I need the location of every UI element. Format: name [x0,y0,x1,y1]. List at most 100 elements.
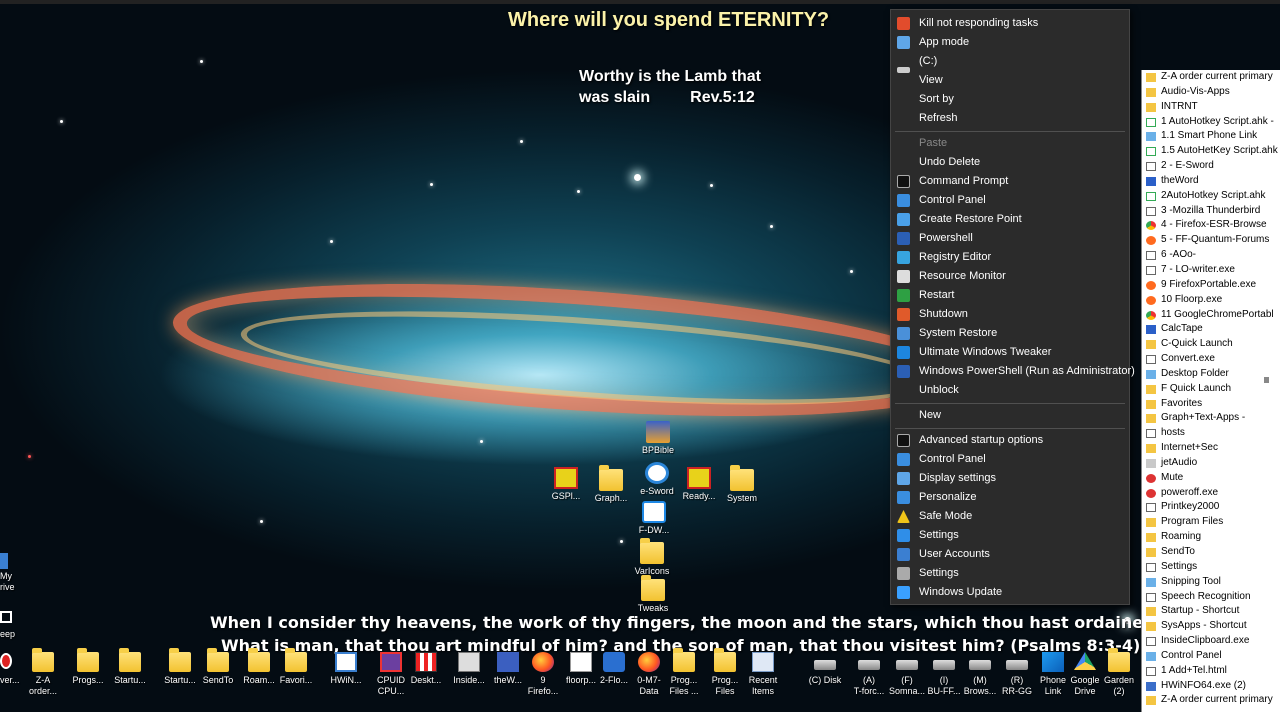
desktop-shortcut-sendto[interactable]: SendTo [196,648,240,686]
list-item[interactable]: HWiNFO64.exe (2) [1142,679,1280,694]
desktop-icon-tweaks[interactable]: Tweaks [625,575,681,614]
list-item[interactable]: jetAudio [1142,456,1280,471]
list-item[interactable]: 1.1 Smart Phone Link [1142,129,1280,144]
menu-item-undo-delete[interactable]: Undo Delete [891,153,1129,172]
list-item[interactable]: 5 - FF-Quantum-Forums [1142,233,1280,248]
list-item[interactable]: Snipping Tool [1142,575,1280,590]
list-item[interactable]: 6 -AOo- [1142,248,1280,263]
menu-item-settings[interactable]: Settings [891,526,1129,545]
menu-item-kill-not-responding-tasks[interactable]: Kill not responding tasks [891,14,1129,33]
list-item[interactable]: InsideClipboard.exe [1142,634,1280,649]
list-item[interactable]: Z-A order current primary [1142,70,1280,85]
list-item[interactable]: Settings [1142,560,1280,575]
desktop-shortcut-startu[interactable]: Startu... [108,648,152,686]
desktop-shortcut-prog-files[interactable]: Prog... Files ... [662,648,706,697]
menu-item-label: App mode [919,36,970,48]
list-item[interactable]: 7 - LO-writer.exe [1142,263,1280,278]
desktop-shortcut-inside[interactable]: Inside... [447,652,491,686]
menu-item-windows-powershell-run-as-administrator[interactable]: Windows PowerShell (Run as Administrator… [891,362,1135,381]
desktop-shortcut-deskt[interactable]: Deskt... [404,652,448,686]
list-item[interactable]: 1 Add+Tel.html [1142,664,1280,679]
menu-item-paste[interactable]: Paste [891,134,1129,153]
menu-item-control-panel[interactable]: Control Panel [891,450,1129,469]
menu-item-settings[interactable]: Settings [891,564,1129,583]
list-item[interactable]: 1.5 AutoHetKey Script.ahk [1142,144,1280,159]
menu-item-view[interactable]: View [891,71,1129,90]
menu-item-c[interactable]: (C:) [891,52,1129,73]
list-item[interactable]: SysApps - Shortcut [1142,619,1280,634]
menu-item-refresh[interactable]: Refresh [891,109,1129,128]
menu-item-registry-editor[interactable]: Registry Editor [891,248,1129,267]
list-item[interactable]: Startup - Shortcut [1142,604,1280,619]
star [260,520,263,523]
power-shortcut[interactable]: ver... [0,653,20,686]
menu-item-windows-update[interactable]: Windows Update [891,583,1129,602]
menu-item-personalize[interactable]: Personalize [891,488,1129,507]
list-item-label: hosts [1161,427,1185,439]
menu-item-command-prompt[interactable]: Command Prompt [891,172,1129,191]
list-item[interactable]: Program Files [1142,515,1280,530]
my-drive-shortcut[interactable]: My rive [0,553,15,593]
list-item[interactable]: SendTo [1142,545,1280,560]
list-item[interactable]: F Quick Launch [1142,382,1280,397]
menu-item-unblock[interactable]: Unblock [891,381,1129,400]
list-item[interactable]: Convert.exe [1142,352,1280,367]
menu-item-new[interactable]: New [891,406,1129,425]
list-item[interactable]: theWord [1142,174,1280,189]
menu-item-app-mode[interactable]: App mode [891,33,1129,52]
sleep-shortcut[interactable]: eep [0,611,15,640]
list-item[interactable]: Mute [1142,471,1280,486]
menu-item-restart[interactable]: Restart [891,286,1129,305]
desktop-icon-fdw[interactable]: F-DW... [626,501,682,536]
list-item[interactable]: 4 - Firefox-ESR-Browse [1142,218,1280,233]
menu-item-display-settings[interactable]: Display settings [891,469,1129,488]
list-item[interactable]: 10 Floorp.exe [1142,293,1280,308]
file-icon [1146,651,1156,661]
menu-item-sort-by[interactable]: Sort by [891,90,1129,109]
menu-item-user-accounts[interactable]: User Accounts [891,545,1129,564]
list-item[interactable]: CalcTape [1142,322,1280,337]
list-item[interactable]: 1 AutoHotkey Script.ahk - [1142,115,1280,130]
desktop-icon-bpbible[interactable]: BPBible [630,421,686,456]
menu-item-resource-monitor[interactable]: Resource Monitor [891,267,1129,286]
list-item[interactable]: 3 -Mozilla Thunderbird [1142,204,1280,219]
list-item[interactable]: C-Quick Launch [1142,337,1280,352]
list-item[interactable]: 11 GoogleChromePortabl [1142,308,1280,323]
desktop-shortcut-z-a-order[interactable]: Z-A order... [21,648,65,697]
list-item[interactable]: 9 FirefoxPortable.exe [1142,278,1280,293]
list-item[interactable]: INTRNT [1142,100,1280,115]
desktop-icon-system[interactable]: System [714,465,770,504]
list-item[interactable]: hosts [1142,426,1280,441]
list-item[interactable]: Audio-Vis-Apps [1142,85,1280,100]
desktop-shortcut-hwin[interactable]: HWiN... [324,652,368,686]
scroll-marker[interactable] [1264,377,1269,383]
list-item[interactable]: Internet+Sec [1142,441,1280,456]
menu-item-system-restore[interactable]: System Restore [891,324,1129,343]
desktop-shortcut-favori[interactable]: Favori... [274,648,318,686]
list-item[interactable]: 2 - E-Sword [1142,159,1280,174]
list-item[interactable]: Control Panel [1142,649,1280,664]
menu-item-advanced-startup-options[interactable]: Advanced startup options [891,431,1129,450]
list-item[interactable]: Z-A order current primary [1142,693,1280,708]
desktop-shortcut-c-disk[interactable]: (C) Disk [803,652,847,686]
menu-item-powershell[interactable]: Powershell [891,229,1129,248]
menu-item-create-restore-point[interactable]: Create Restore Point [891,210,1129,229]
menu-item-label: View [919,74,943,86]
menu-item-ultimate-windows-tweaker[interactable]: Ultimate Windows Tweaker [891,343,1129,362]
list-item[interactable]: Graph+Text-Apps - [1142,411,1280,426]
list-item[interactable]: Printkey2000 [1142,500,1280,515]
desktop-shortcut-recent-items[interactable]: Recent Items [741,652,785,697]
menu-item-safe-mode[interactable]: Safe Mode [891,507,1129,526]
list-item[interactable]: Roaming [1142,530,1280,545]
desktop-shortcut-progs[interactable]: Progs... [66,648,110,686]
list-item-label: 1 AutoHotkey Script.ahk - [1161,115,1274,127]
list-item[interactable]: Speech Recognition [1142,590,1280,605]
list-item[interactable]: Desktop Folder [1142,367,1280,382]
list-item[interactable]: Favorites [1142,397,1280,412]
list-item[interactable]: poweroff.exe [1142,486,1280,501]
list-item[interactable]: 2AutoHotkey Script.ahk [1142,189,1280,204]
desktop-icon-varicons[interactable]: VarIcons [624,538,680,577]
menu-item-shutdown[interactable]: Shutdown [891,305,1129,324]
menu-item-control-panel[interactable]: Control Panel [891,191,1129,210]
desktop-shortcut-garden-2[interactable]: Garden (2) [1097,648,1141,697]
